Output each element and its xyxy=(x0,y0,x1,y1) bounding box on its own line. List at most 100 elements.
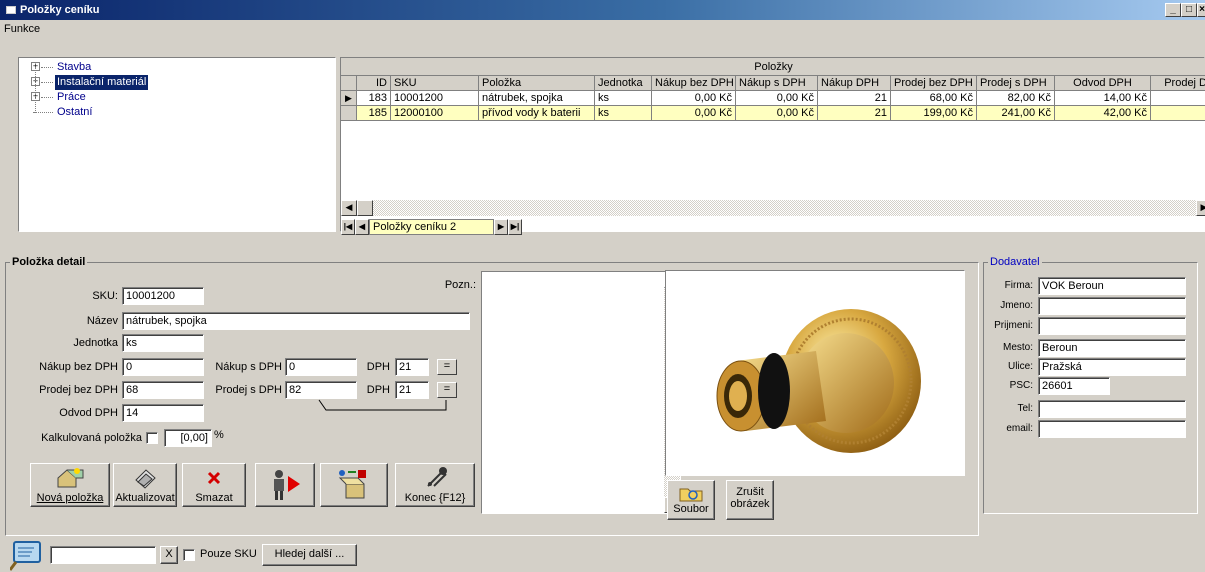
horizontal-scrollbar[interactable]: ◀ ▶ xyxy=(341,200,1205,216)
find-next-button[interactable]: Hledej další ... xyxy=(262,544,357,566)
category-tree[interactable]: + Stavba + Instalační materiál + Práce Osta… xyxy=(18,57,336,232)
note-textarea[interactable]: ▲ ▼ xyxy=(481,271,681,514)
psc-label: PSC: xyxy=(1009,380,1033,391)
col-prodej-bez-dph[interactable]: Prodej bez DPH xyxy=(891,76,977,91)
menu-bar: Funkce xyxy=(0,20,1205,38)
prodej-s-dph-label: Prodej s DPH xyxy=(215,384,282,396)
mesto-label: Mesto: xyxy=(1002,342,1033,353)
new-item-button[interactable]: Nová položka xyxy=(30,463,110,507)
nazev-field[interactable]: nátrubek, spojka xyxy=(122,312,470,330)
grid-title: Položky xyxy=(341,58,1205,76)
scroll-left-icon[interactable]: ◀ xyxy=(341,200,357,216)
col-polozka[interactable]: Položka xyxy=(479,76,595,91)
table-row[interactable]: 185 12000100 přívod vody k baterii ks 0,… xyxy=(341,106,1205,121)
minimize-button[interactable]: _ xyxy=(1165,3,1181,17)
nakup-bez-dph-field[interactable]: 0 xyxy=(122,358,204,376)
jmeno-label: Jmeno: xyxy=(1000,300,1033,311)
firma-field[interactable]: VOK Beroun xyxy=(1038,277,1186,295)
search-bar: X Pouze SKU Hledej další ... xyxy=(0,540,1205,572)
jednotka-label: Jednotka xyxy=(73,337,118,349)
ulice-label: Ulice: xyxy=(1007,361,1033,372)
dph-label: DPH xyxy=(366,384,390,396)
col-nakup-s-dph[interactable]: Nákup s DPH xyxy=(736,76,818,91)
nakup-dph-field[interactable]: 21 xyxy=(395,358,429,376)
ulice-field[interactable]: Pražská xyxy=(1038,358,1186,376)
psc-field[interactable]: 26601 xyxy=(1038,377,1110,395)
delete-button[interactable]: Smazat xyxy=(182,463,246,507)
col-id[interactable]: ID xyxy=(357,76,391,91)
box-export-icon xyxy=(338,470,366,499)
sku-field[interactable]: 10001200 xyxy=(122,287,204,305)
kalkulovana-field[interactable]: [0,00] xyxy=(164,429,212,447)
person-arrow-icon xyxy=(274,470,300,500)
prodej-bez-dph-label: Prodej bez DPH xyxy=(39,384,118,396)
col-jednotka[interactable]: Jednotka xyxy=(595,76,652,91)
kalkulovana-label: Kalkulovaná položka xyxy=(41,432,142,444)
detail-group-title: Položka detail xyxy=(10,256,88,268)
mesto-field[interactable]: Beroun xyxy=(1038,339,1186,357)
prev-record-icon[interactable]: ◀ xyxy=(355,219,369,235)
link-connector xyxy=(318,399,447,411)
email-field[interactable] xyxy=(1038,420,1186,438)
navigator-label: Položky ceníku 2 xyxy=(369,219,494,235)
app-icon xyxy=(6,6,16,14)
tel-label: Tel: xyxy=(1017,403,1033,414)
hose-connector-image xyxy=(716,309,921,453)
prodej-dph-field[interactable]: 21 xyxy=(395,381,429,399)
transfer-button[interactable] xyxy=(255,463,315,507)
update-icon xyxy=(135,469,156,489)
pouze-sku-checkbox[interactable] xyxy=(183,549,195,561)
remove-image-button[interactable]: Zrušit obrázek xyxy=(726,480,774,520)
col-sku[interactable]: SKU xyxy=(391,76,479,91)
scroll-thumb[interactable] xyxy=(357,200,373,216)
prijmeni-label: Prijmeni: xyxy=(994,320,1033,331)
search-input[interactable] xyxy=(50,546,156,564)
clear-search-button[interactable]: X xyxy=(160,546,178,564)
tel-field[interactable] xyxy=(1038,400,1186,418)
update-button[interactable]: Aktualizovat xyxy=(113,463,177,507)
folder-search-icon xyxy=(679,488,703,502)
prodej-s-dph-field[interactable]: 82 xyxy=(285,381,357,399)
maximize-button[interactable]: □ xyxy=(1181,3,1197,17)
export-button[interactable] xyxy=(320,463,388,507)
next-record-icon[interactable]: ▶ xyxy=(494,219,508,235)
exit-icon xyxy=(427,467,447,487)
new-item-icon xyxy=(57,468,84,488)
nakup-s-dph-label: Nákup s DPH xyxy=(215,361,282,373)
window-titlebar: Položky ceníku xyxy=(0,0,1205,20)
table-row[interactable]: ▶ 183 10001200 nátrubek, spojka ks 0,00 … xyxy=(341,91,1205,106)
col-nakup-dph[interactable]: Nákup DPH xyxy=(818,76,891,91)
col-odvod-dph[interactable]: Odvod DPH xyxy=(1055,76,1151,91)
prijmeni-field[interactable] xyxy=(1038,317,1186,335)
kalkulovana-checkbox[interactable] xyxy=(146,432,158,444)
row-selector-icon: ▶ xyxy=(341,91,357,106)
items-grid[interactable]: Položky ID SKU Položka Jednotka Nákup be… xyxy=(340,57,1205,235)
file-button[interactable]: Soubor xyxy=(667,480,715,520)
close-button[interactable]: × xyxy=(1197,3,1205,17)
exit-button[interactable]: Konec {F12} xyxy=(395,463,475,507)
col-prodej-s-dph[interactable]: Prodej s DPH xyxy=(977,76,1055,91)
calc-prodej-button[interactable]: = xyxy=(437,382,457,398)
product-image xyxy=(665,270,965,476)
delete-icon xyxy=(207,471,221,485)
jmeno-field[interactable] xyxy=(1038,297,1186,315)
nakup-s-dph-field[interactable]: 0 xyxy=(285,358,357,376)
email-label: email: xyxy=(1006,423,1033,434)
scroll-right-icon[interactable]: ▶ xyxy=(1196,200,1205,216)
col-prodej-d[interactable]: Prodej D xyxy=(1151,76,1205,91)
dph-label: DPH xyxy=(366,361,390,373)
pozn-label: Pozn.: xyxy=(444,279,476,291)
nazev-label: Název xyxy=(86,315,118,327)
menu-funkce[interactable]: Funkce xyxy=(4,23,40,35)
calc-nakup-button[interactable]: = xyxy=(437,359,457,375)
col-nakup-bez-dph[interactable]: Nákup bez DPH xyxy=(652,76,736,91)
prodej-bez-dph-field[interactable]: 68 xyxy=(122,381,204,399)
record-navigator: |◀ ◀ Položky ceníku 2 ▶ ▶| xyxy=(341,218,522,236)
first-record-icon[interactable]: |◀ xyxy=(341,219,355,235)
jednotka-field[interactable]: ks xyxy=(122,334,204,352)
search-icon xyxy=(10,541,41,571)
odvod-dph-field[interactable]: 14 xyxy=(122,404,204,422)
supplier-group-title: Dodavatel xyxy=(988,256,1042,268)
last-record-icon[interactable]: ▶| xyxy=(508,219,522,235)
pouze-sku-label: Pouze SKU xyxy=(200,548,257,560)
